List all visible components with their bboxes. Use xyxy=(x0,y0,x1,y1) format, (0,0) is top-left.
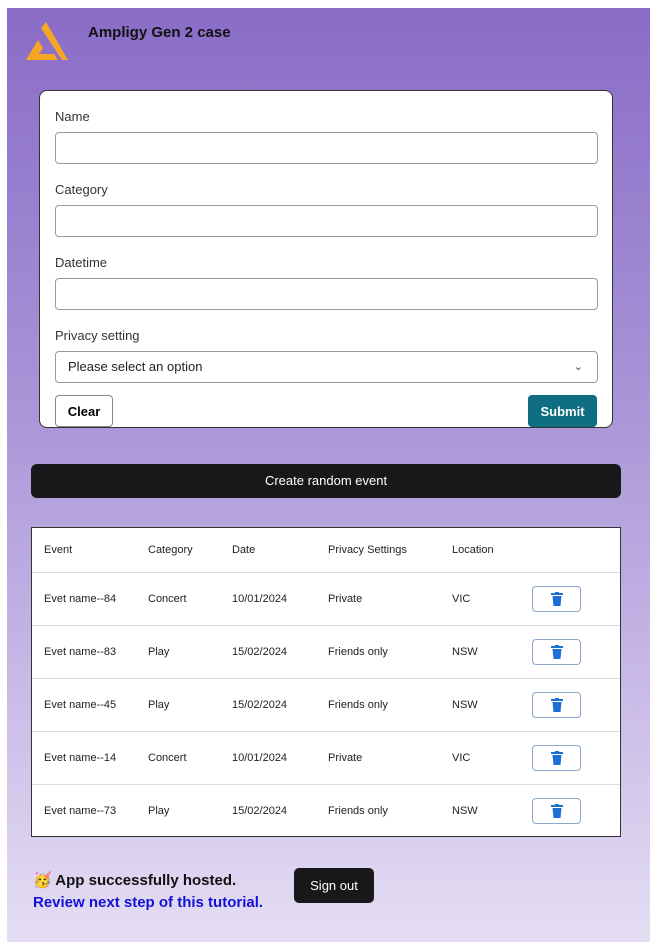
app-panel: Ampligy Gen 2 case Name Category Datetim… xyxy=(7,8,650,942)
table-header: Event Category Date Privacy Settings Loc… xyxy=(32,528,620,572)
trash-icon xyxy=(550,698,563,712)
header-category: Category xyxy=(148,544,193,556)
events-table: Event Category Date Privacy Settings Loc… xyxy=(31,527,621,837)
status-text: 🥳 App successfully hosted. xyxy=(33,872,237,889)
cell-event-name: Evet name--45 xyxy=(44,699,117,711)
cell-date: 15/02/2024 xyxy=(232,699,288,711)
cell-date: 15/02/2024 xyxy=(232,646,288,658)
cell-date: 10/01/2024 xyxy=(232,752,288,764)
event-form: Name Category Datetime Privacy setting P… xyxy=(39,90,613,428)
cell-date: 15/02/2024 xyxy=(232,805,288,817)
category-input[interactable] xyxy=(55,205,598,237)
trash-icon xyxy=(550,592,563,606)
chevron-down-icon: ⌄ xyxy=(573,361,583,373)
delete-button[interactable] xyxy=(532,692,581,718)
table-row: Evet name--84 Concert 10/01/2024 Private VIC xyxy=(32,572,620,625)
cell-privacy: Friends only xyxy=(328,699,388,711)
header-privacy: Privacy Settings xyxy=(328,544,407,556)
tutorial-link[interactable]: Review next step of this tutorial. xyxy=(33,894,263,911)
datetime-input[interactable] xyxy=(55,278,598,310)
header-event: Event xyxy=(44,544,73,556)
category-label: Category xyxy=(55,182,108,197)
trash-icon xyxy=(550,645,563,659)
cell-location: VIC xyxy=(452,593,471,605)
cell-event-name: Evet name--84 xyxy=(44,593,117,605)
delete-button[interactable] xyxy=(532,798,581,824)
table-row: Evet name--14 Concert 10/01/2024 Private VIC xyxy=(32,731,620,784)
cell-category: Play xyxy=(148,646,170,658)
cell-event-name: Evet name--14 xyxy=(44,752,117,764)
app-title: Ampligy Gen 2 case xyxy=(88,24,231,41)
cell-privacy: Friends only xyxy=(328,646,388,658)
privacy-label: Privacy setting xyxy=(55,328,140,343)
trash-icon xyxy=(550,751,563,765)
cell-location: VIC xyxy=(452,752,471,764)
trash-icon xyxy=(550,804,563,818)
privacy-select[interactable]: Please select an option ⌄ xyxy=(55,351,598,383)
cell-date: 10/01/2024 xyxy=(232,593,288,605)
header-date: Date xyxy=(232,544,256,556)
cell-category: Concert xyxy=(148,752,187,764)
delete-button[interactable] xyxy=(532,745,581,771)
sign-out-button[interactable]: Sign out xyxy=(294,868,374,903)
cell-location: NSW xyxy=(452,646,478,658)
name-label: Name xyxy=(55,109,90,124)
create-random-event-button[interactable]: Create random event xyxy=(31,464,621,498)
cell-privacy: Private xyxy=(328,593,363,605)
cell-event-name: Evet name--83 xyxy=(44,646,117,658)
header-location: Location xyxy=(452,544,494,556)
cell-location: NSW xyxy=(452,805,478,817)
cell-location: NSW xyxy=(452,699,478,711)
table-row: Evet name--73 Play 15/02/2024 Friends only N… xyxy=(32,784,620,837)
amplify-logo xyxy=(26,22,68,60)
privacy-selected-value: Please select an option xyxy=(68,359,203,374)
clear-button[interactable]: Clear xyxy=(55,395,113,427)
name-input[interactable] xyxy=(55,132,598,164)
delete-button[interactable] xyxy=(532,639,581,665)
cell-privacy: Private xyxy=(328,752,363,764)
cell-category: Play xyxy=(148,699,170,711)
cell-privacy: Friends only xyxy=(328,805,388,817)
datetime-label: Datetime xyxy=(55,255,108,270)
cell-event-name: Evet name--73 xyxy=(44,805,117,817)
cell-category: Concert xyxy=(148,593,187,605)
table-row: Evet name--83 Play 15/02/2024 Friends only N… xyxy=(32,625,620,678)
delete-button[interactable] xyxy=(532,586,581,612)
table-row: Evet name--45 Play 15/02/2024 Friends only N… xyxy=(32,678,620,731)
submit-button[interactable]: Submit xyxy=(528,395,597,427)
cell-category: Play xyxy=(148,805,170,817)
